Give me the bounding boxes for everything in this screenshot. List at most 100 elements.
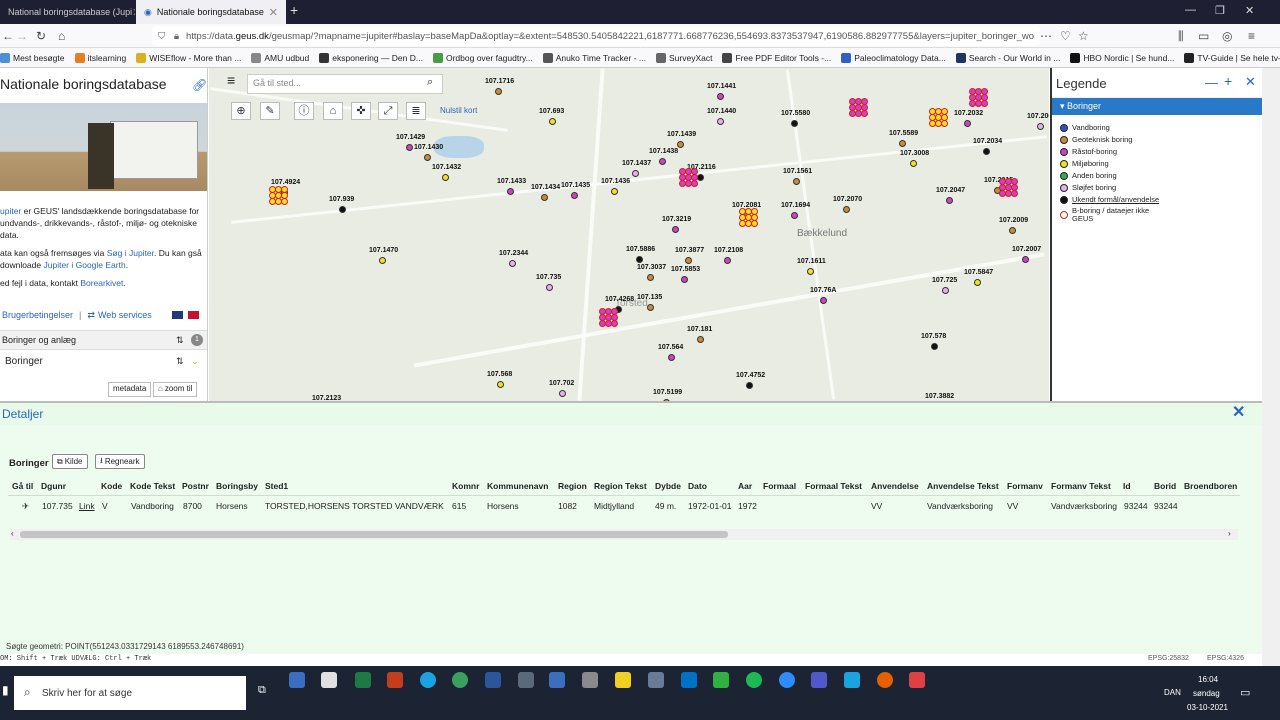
boring-marker[interactable] — [724, 257, 731, 264]
boring-marker[interactable] — [406, 144, 413, 151]
app-icon[interactable] — [452, 672, 468, 688]
scroll-right-icon[interactable]: › — [1228, 529, 1231, 538]
taskbar-search-input[interactable]: ⌕ Skriv her for at søge — [14, 676, 246, 710]
column-header[interactable]: Formanv — [1007, 481, 1043, 491]
boring-marker[interactable] — [791, 212, 798, 219]
minimize-button[interactable]: — — [1185, 4, 1196, 16]
search-jupiter-link[interactable]: Søg i Jupiter — [107, 248, 154, 258]
powerpoint-icon[interactable] — [387, 672, 403, 688]
bookmark-item[interactable]: Anuko Time Tracker - ... — [542, 52, 646, 63]
clock-date[interactable]: 03-10-2021 — [1187, 703, 1228, 712]
boring-marker[interactable] — [571, 192, 578, 199]
boring-marker[interactable] — [1022, 256, 1029, 263]
calculator-icon[interactable] — [648, 672, 664, 688]
boring-marker[interactable] — [339, 206, 346, 213]
column-header[interactable]: Broendboren — [1184, 481, 1238, 491]
google-earth-link[interactable]: Jupiter i Google Earth — [43, 260, 125, 270]
column-header[interactable]: Kommunenavn — [487, 481, 548, 491]
column-header[interactable]: Kode — [101, 481, 122, 491]
firefox-icon[interactable] — [877, 672, 893, 688]
clock-time[interactable]: 16:04 — [1198, 675, 1218, 684]
danish-flag-icon[interactable] — [188, 311, 199, 319]
boring-cluster-marker[interactable] — [611, 320, 618, 327]
column-header[interactable]: Id — [1123, 481, 1131, 491]
app-icon[interactable] — [289, 672, 305, 688]
minimize-icon[interactable]: — — [1205, 75, 1218, 90]
boring-marker[interactable] — [942, 287, 949, 294]
zoom-icon[interactable] — [779, 672, 795, 688]
boring-marker[interactable] — [717, 118, 724, 125]
column-header[interactable]: Komnr — [452, 481, 479, 491]
sidebar-icon[interactable]: ▭ — [1198, 29, 1209, 43]
column-header[interactable]: Formaal Tekst — [805, 481, 862, 491]
bookmark-item[interactable]: Mest besøgte — [0, 52, 65, 63]
table-cell-link[interactable]: Link — [79, 501, 95, 511]
column-header[interactable]: Gå til — [12, 481, 33, 491]
app-icon[interactable] — [909, 672, 925, 688]
boring-marker[interactable] — [647, 274, 654, 281]
app-icon[interactable] — [518, 672, 534, 688]
column-header[interactable]: Postnr — [182, 481, 209, 491]
column-header[interactable]: Dato — [688, 481, 707, 491]
app-icon[interactable] — [549, 672, 565, 688]
column-header[interactable]: Dybde — [655, 481, 681, 491]
more-icon[interactable]: ⋯ — [1040, 29, 1052, 43]
star-icon[interactable]: ☆ — [1078, 29, 1089, 43]
close-icon[interactable]: ✕ — [132, 6, 135, 19]
boring-marker[interactable] — [672, 226, 679, 233]
web-services-link[interactable]: Web services — [98, 310, 152, 320]
boring-marker[interactable] — [659, 158, 666, 165]
boring-marker[interactable] — [681, 276, 688, 283]
close-icon[interactable]: ✕ — [1245, 74, 1256, 90]
legend-group[interactable]: ▾ Boringer — [1052, 98, 1262, 115]
boring-marker[interactable] — [685, 257, 692, 264]
layer-group-row[interactable]: Boringer og anlæg ⇅ 1 — [0, 330, 207, 350]
page-scrollbar[interactable] — [1253, 68, 1280, 666]
link-icon[interactable]: 🔗︎ — [192, 78, 207, 92]
boring-marker[interactable] — [1037, 123, 1044, 130]
hamburger-menu-icon[interactable]: ≡ — [227, 73, 241, 88]
bookmark-item[interactable]: Paleoclimatology Data... — [841, 52, 946, 63]
back-icon[interactable]: ← — [2, 29, 14, 43]
spotify-icon[interactable] — [746, 672, 762, 688]
task-view-icon[interactable]: ⧉ — [258, 684, 266, 697]
app-icon[interactable] — [321, 672, 337, 688]
maximize-button[interactable]: ❐ — [1215, 4, 1225, 17]
boring-marker[interactable] — [611, 188, 618, 195]
column-header[interactable]: Kode Tekst — [130, 481, 175, 491]
boring-marker[interactable] — [974, 279, 981, 286]
boring-marker[interactable] — [541, 194, 548, 201]
boring-marker[interactable] — [442, 174, 449, 181]
boring-marker[interactable] — [668, 354, 675, 361]
home-icon[interactable]: ⌂ — [58, 29, 65, 43]
boring-marker[interactable] — [717, 93, 724, 100]
sort-icon[interactable]: ⇅ — [176, 356, 184, 367]
boring-cluster-marker[interactable] — [691, 180, 698, 187]
column-header[interactable]: Sted1 — [265, 481, 288, 491]
boring-marker[interactable] — [964, 120, 971, 127]
pocket-icon[interactable]: ♡ — [1060, 29, 1071, 43]
windows-start-icon[interactable]: ▮ — [2, 683, 9, 697]
zoom-to-button[interactable]: ⌂ zoom til — [153, 382, 198, 397]
reload-icon[interactable]: ↻ — [36, 29, 46, 43]
library-icon[interactable]: ⫼ — [1178, 29, 1184, 43]
sticky-notes-icon[interactable] — [615, 672, 631, 688]
bookmark-item[interactable]: Free PDF Editor Tools -... — [722, 52, 831, 63]
close-icon[interactable]: ✕ — [1232, 405, 1248, 421]
bookmark-item[interactable]: HBO Nordic | Se hund... — [1070, 52, 1174, 63]
reset-map-link[interactable]: Nulstil kort — [440, 106, 477, 115]
boring-marker[interactable] — [843, 206, 850, 213]
notification-icon[interactable]: ▭ — [1240, 686, 1250, 699]
bookmark-item[interactable]: TV-Guide | Se hele tv-... — [1184, 52, 1280, 63]
column-header[interactable]: Formaal — [763, 481, 796, 491]
measure-tool[interactable]: ✎ — [260, 102, 280, 120]
boring-marker[interactable] — [509, 260, 516, 267]
boring-marker[interactable] — [424, 154, 431, 161]
column-header[interactable]: Anvendelse Tekst — [927, 481, 999, 491]
boring-marker[interactable] — [497, 381, 504, 388]
column-header[interactable]: Aar — [738, 481, 752, 491]
column-header[interactable]: Region — [558, 481, 587, 491]
boring-marker[interactable] — [983, 148, 990, 155]
app-icon[interactable] — [713, 672, 729, 688]
zoom-box-tool[interactable]: ⊕ — [231, 102, 251, 120]
